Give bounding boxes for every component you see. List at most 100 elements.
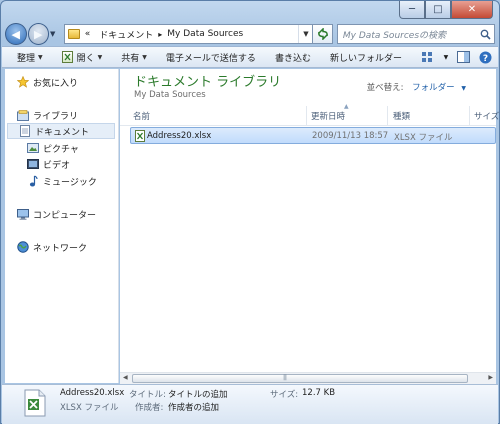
search-placeholder: My Data Sourcesの検索 — [342, 30, 447, 41]
sidebar-item-computer[interactable]: コンピューター — [17, 206, 96, 222]
forward-arrow-icon: ▶ — [34, 27, 43, 41]
sidebar-item-music[interactable]: ミュージック — [27, 173, 97, 189]
column-header-name[interactable]: 名前 — [133, 110, 150, 122]
sidebar-item-label: ピクチャ — [43, 144, 79, 155]
scroll-left-icon[interactable]: ◀ — [123, 374, 128, 381]
arrange-by-dropdown[interactable]: フォルダー — [412, 83, 455, 93]
close-icon: ✕ — [467, 3, 477, 15]
new-folder-button[interactable]: 新しいフォルダー — [330, 51, 402, 64]
preview-pane-button[interactable] — [457, 51, 471, 64]
details-author-field[interactable]: 作成者の追加 — [168, 401, 219, 413]
view-dropdown[interactable]: ▼ — [443, 51, 449, 64]
sidebar-item-pictures[interactable]: ピクチャ — [27, 140, 79, 156]
music-note-icon — [27, 175, 39, 187]
column-header-type[interactable]: 種類 — [393, 110, 410, 122]
sidebar-item-documents[interactable]: ドキュメント — [7, 123, 115, 139]
change-view-button[interactable] — [421, 51, 435, 64]
documents-icon — [19, 125, 31, 137]
help-icon: ? — [479, 51, 492, 64]
arrange-by: 並べ替え: フォルダー ▼ — [367, 81, 466, 93]
library-title: ドキュメント ライブラリ — [134, 75, 282, 90]
scrollbar-thumb[interactable] — [132, 374, 468, 383]
grip-icon: ||| — [283, 374, 287, 381]
sidebar-item-label: ドキュメント — [35, 127, 90, 138]
burn-button[interactable]: 書き込む — [275, 51, 311, 64]
sidebar-item-label: ネットワーク — [33, 243, 88, 254]
details-size-label: サイズ: — [270, 390, 299, 400]
burn-label: 書き込む — [274, 53, 311, 64]
details-title-label: タイトル: — [129, 390, 166, 400]
breadcrumb-separator[interactable]: ▸ — [158, 30, 162, 39]
organize-label: 整理 — [17, 53, 36, 64]
sidebar-item-network[interactable]: ネットワーク — [17, 239, 87, 255]
column-header-modified[interactable]: 更新日時 — [311, 110, 345, 122]
pictures-icon — [27, 142, 39, 154]
chevron-down-icon: ▼ — [50, 30, 56, 38]
sidebar-item-label: お気に入り — [33, 78, 79, 89]
sidebar-item-favorites[interactable]: お気に入り — [17, 74, 78, 90]
excel-icon — [61, 51, 73, 63]
maximize-button[interactable]: □ — [425, 1, 451, 19]
preview-pane-icon — [457, 51, 471, 63]
share-menu[interactable]: 共有 ▼ — [121, 51, 147, 64]
column-divider[interactable] — [306, 106, 307, 126]
details-pane: Address20.xlsx XLSX ファイル タイトル: タイトルの追加 作… — [2, 384, 498, 424]
share-label: 共有 — [121, 53, 140, 64]
sidebar-item-videos[interactable]: ビデオ — [27, 156, 70, 172]
library-subtitle: My Data Sources — [134, 90, 206, 100]
search-icon[interactable] — [476, 29, 494, 40]
open-button[interactable]: 開く ▼ — [61, 51, 103, 64]
chevron-down-icon: ▼ — [142, 53, 147, 61]
maximize-icon: □ — [433, 3, 443, 15]
sort-ascending-icon: ▲ — [344, 103, 349, 110]
file-name: Address20.xlsx — [147, 131, 212, 141]
open-label: 開く — [76, 53, 95, 64]
star-icon — [17, 76, 29, 88]
email-button[interactable]: 電子メールで送信する — [166, 51, 256, 64]
sidebar-item-libraries[interactable]: ライブラリ — [17, 107, 78, 123]
svg-text:?: ? — [483, 54, 488, 64]
details-author-label: 作成者: — [135, 403, 164, 413]
column-divider[interactable] — [387, 106, 388, 126]
sidebar-item-label: コンピューター — [33, 210, 97, 221]
new-folder-label: 新しいフォルダー — [329, 53, 402, 64]
arrange-by-label: 並べ替え: — [366, 83, 404, 93]
details-file-name: Address20.xlsx — [60, 388, 125, 398]
sidebar-item-label: ライブラリ — [33, 111, 79, 122]
horizontal-scrollbar[interactable]: ◀ ||| ▶ — [120, 372, 496, 384]
search-box[interactable]: My Data Sourcesの検索 — [336, 24, 495, 44]
file-row[interactable]: Address20.xlsx 2009/11/13 18:57 XLSX ファイ… — [130, 127, 496, 144]
chevron-down-icon: ▼ — [38, 53, 43, 61]
chevron-down-icon: ▼ — [443, 53, 449, 61]
caption-buttons: ─ □ ✕ — [399, 1, 493, 19]
refresh-icon — [317, 28, 328, 40]
email-label: 電子メールで送信する — [165, 53, 256, 64]
file-list-pane: ドキュメント ライブラリ My Data Sources 並べ替え: フォルダー… — [120, 69, 499, 383]
organize-menu[interactable]: 整理 ▼ — [17, 51, 43, 64]
folder-icon — [67, 29, 80, 39]
view-icon — [422, 52, 433, 62]
address-dropdown[interactable]: ▼ — [298, 25, 312, 43]
chevron-down-icon: ▼ — [97, 53, 103, 61]
network-icon — [17, 241, 29, 253]
back-button[interactable]: ◀ — [5, 23, 27, 45]
breadcrumb-documents[interactable]: ドキュメント — [99, 28, 153, 41]
recent-pages-dropdown[interactable]: ▼ — [50, 30, 60, 38]
details-title-field[interactable]: タイトルの追加 — [168, 388, 228, 400]
help-button[interactable]: ? — [479, 51, 493, 64]
forward-button[interactable]: ▶ — [27, 23, 49, 45]
minimize-button[interactable]: ─ — [399, 1, 425, 19]
chevron-down-icon: ▼ — [303, 30, 309, 38]
navigation-pane: お気に入り ライブラリ ドキュメント ピクチャ ビデオ ミュージック コンピュー… — [5, 69, 119, 383]
address-bar[interactable]: « ドキュメント ▸ My Data Sources ▼ — [63, 24, 314, 44]
address-overflow[interactable]: « — [85, 29, 91, 39]
close-button[interactable]: ✕ — [451, 1, 493, 19]
file-modified: 2009/11/13 18:57 — [312, 131, 389, 141]
explorer-window: ─ □ ✕ ◀ ▶ ▼ « ドキュメント ▸ My Data Sources ▼… — [0, 0, 500, 424]
column-divider[interactable] — [469, 106, 470, 126]
scroll-right-icon[interactable]: ▶ — [488, 374, 493, 381]
refresh-button[interactable] — [313, 24, 333, 44]
column-header-size[interactable]: サイズ — [474, 110, 499, 122]
breadcrumb-my-data-sources[interactable]: My Data Sources — [167, 29, 243, 39]
navigation-bar: ◀ ▶ ▼ « ドキュメント ▸ My Data Sources ▼ My Da… — [5, 21, 495, 47]
